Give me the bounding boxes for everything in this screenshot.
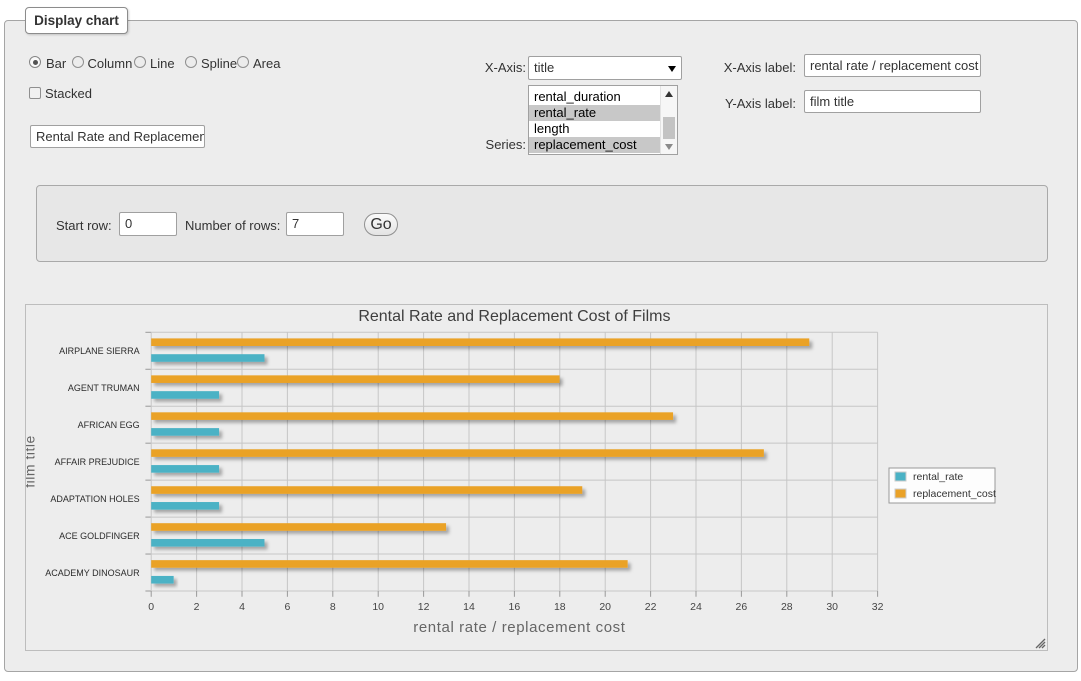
svg-text:18: 18: [554, 601, 566, 613]
svg-text:24: 24: [690, 601, 702, 613]
svg-text:32: 32: [872, 601, 884, 613]
svg-text:ACE GOLDFINGER: ACE GOLDFINGER: [59, 531, 140, 541]
svg-text:film title: film title: [26, 435, 38, 487]
svg-text:rental_rate: rental_rate: [913, 471, 963, 483]
svg-text:10: 10: [372, 601, 384, 613]
svg-text:0: 0: [148, 601, 154, 613]
svg-text:28: 28: [781, 601, 793, 613]
svg-text:4: 4: [239, 601, 245, 613]
svg-text:22: 22: [645, 601, 657, 613]
svg-text:12: 12: [418, 601, 430, 613]
svg-text:AFRICAN EGG: AFRICAN EGG: [78, 420, 140, 430]
svg-text:Rental Rate and Replacement Co: Rental Rate and Replacement Cost of Film…: [358, 308, 670, 325]
svg-text:16: 16: [509, 601, 521, 613]
svg-text:AFFAIR PREJUDICE: AFFAIR PREJUDICE: [55, 457, 140, 467]
svg-text:ACADEMY DINOSAUR: ACADEMY DINOSAUR: [45, 568, 140, 578]
svg-text:20: 20: [599, 601, 611, 613]
svg-text:30: 30: [826, 601, 838, 613]
svg-text:2: 2: [194, 601, 200, 613]
svg-text:6: 6: [284, 601, 290, 613]
svg-text:AIRPLANE SIERRA: AIRPLANE SIERRA: [59, 346, 140, 356]
svg-text:AGENT TRUMAN: AGENT TRUMAN: [68, 383, 140, 393]
svg-text:26: 26: [736, 601, 748, 613]
svg-text:8: 8: [330, 601, 336, 613]
svg-text:rental rate / replacement cost: rental rate / replacement cost: [413, 619, 625, 636]
svg-text:replacement_cost: replacement_cost: [913, 488, 996, 500]
svg-text:ADAPTATION HOLES: ADAPTATION HOLES: [50, 494, 139, 504]
svg-text:14: 14: [463, 601, 475, 613]
